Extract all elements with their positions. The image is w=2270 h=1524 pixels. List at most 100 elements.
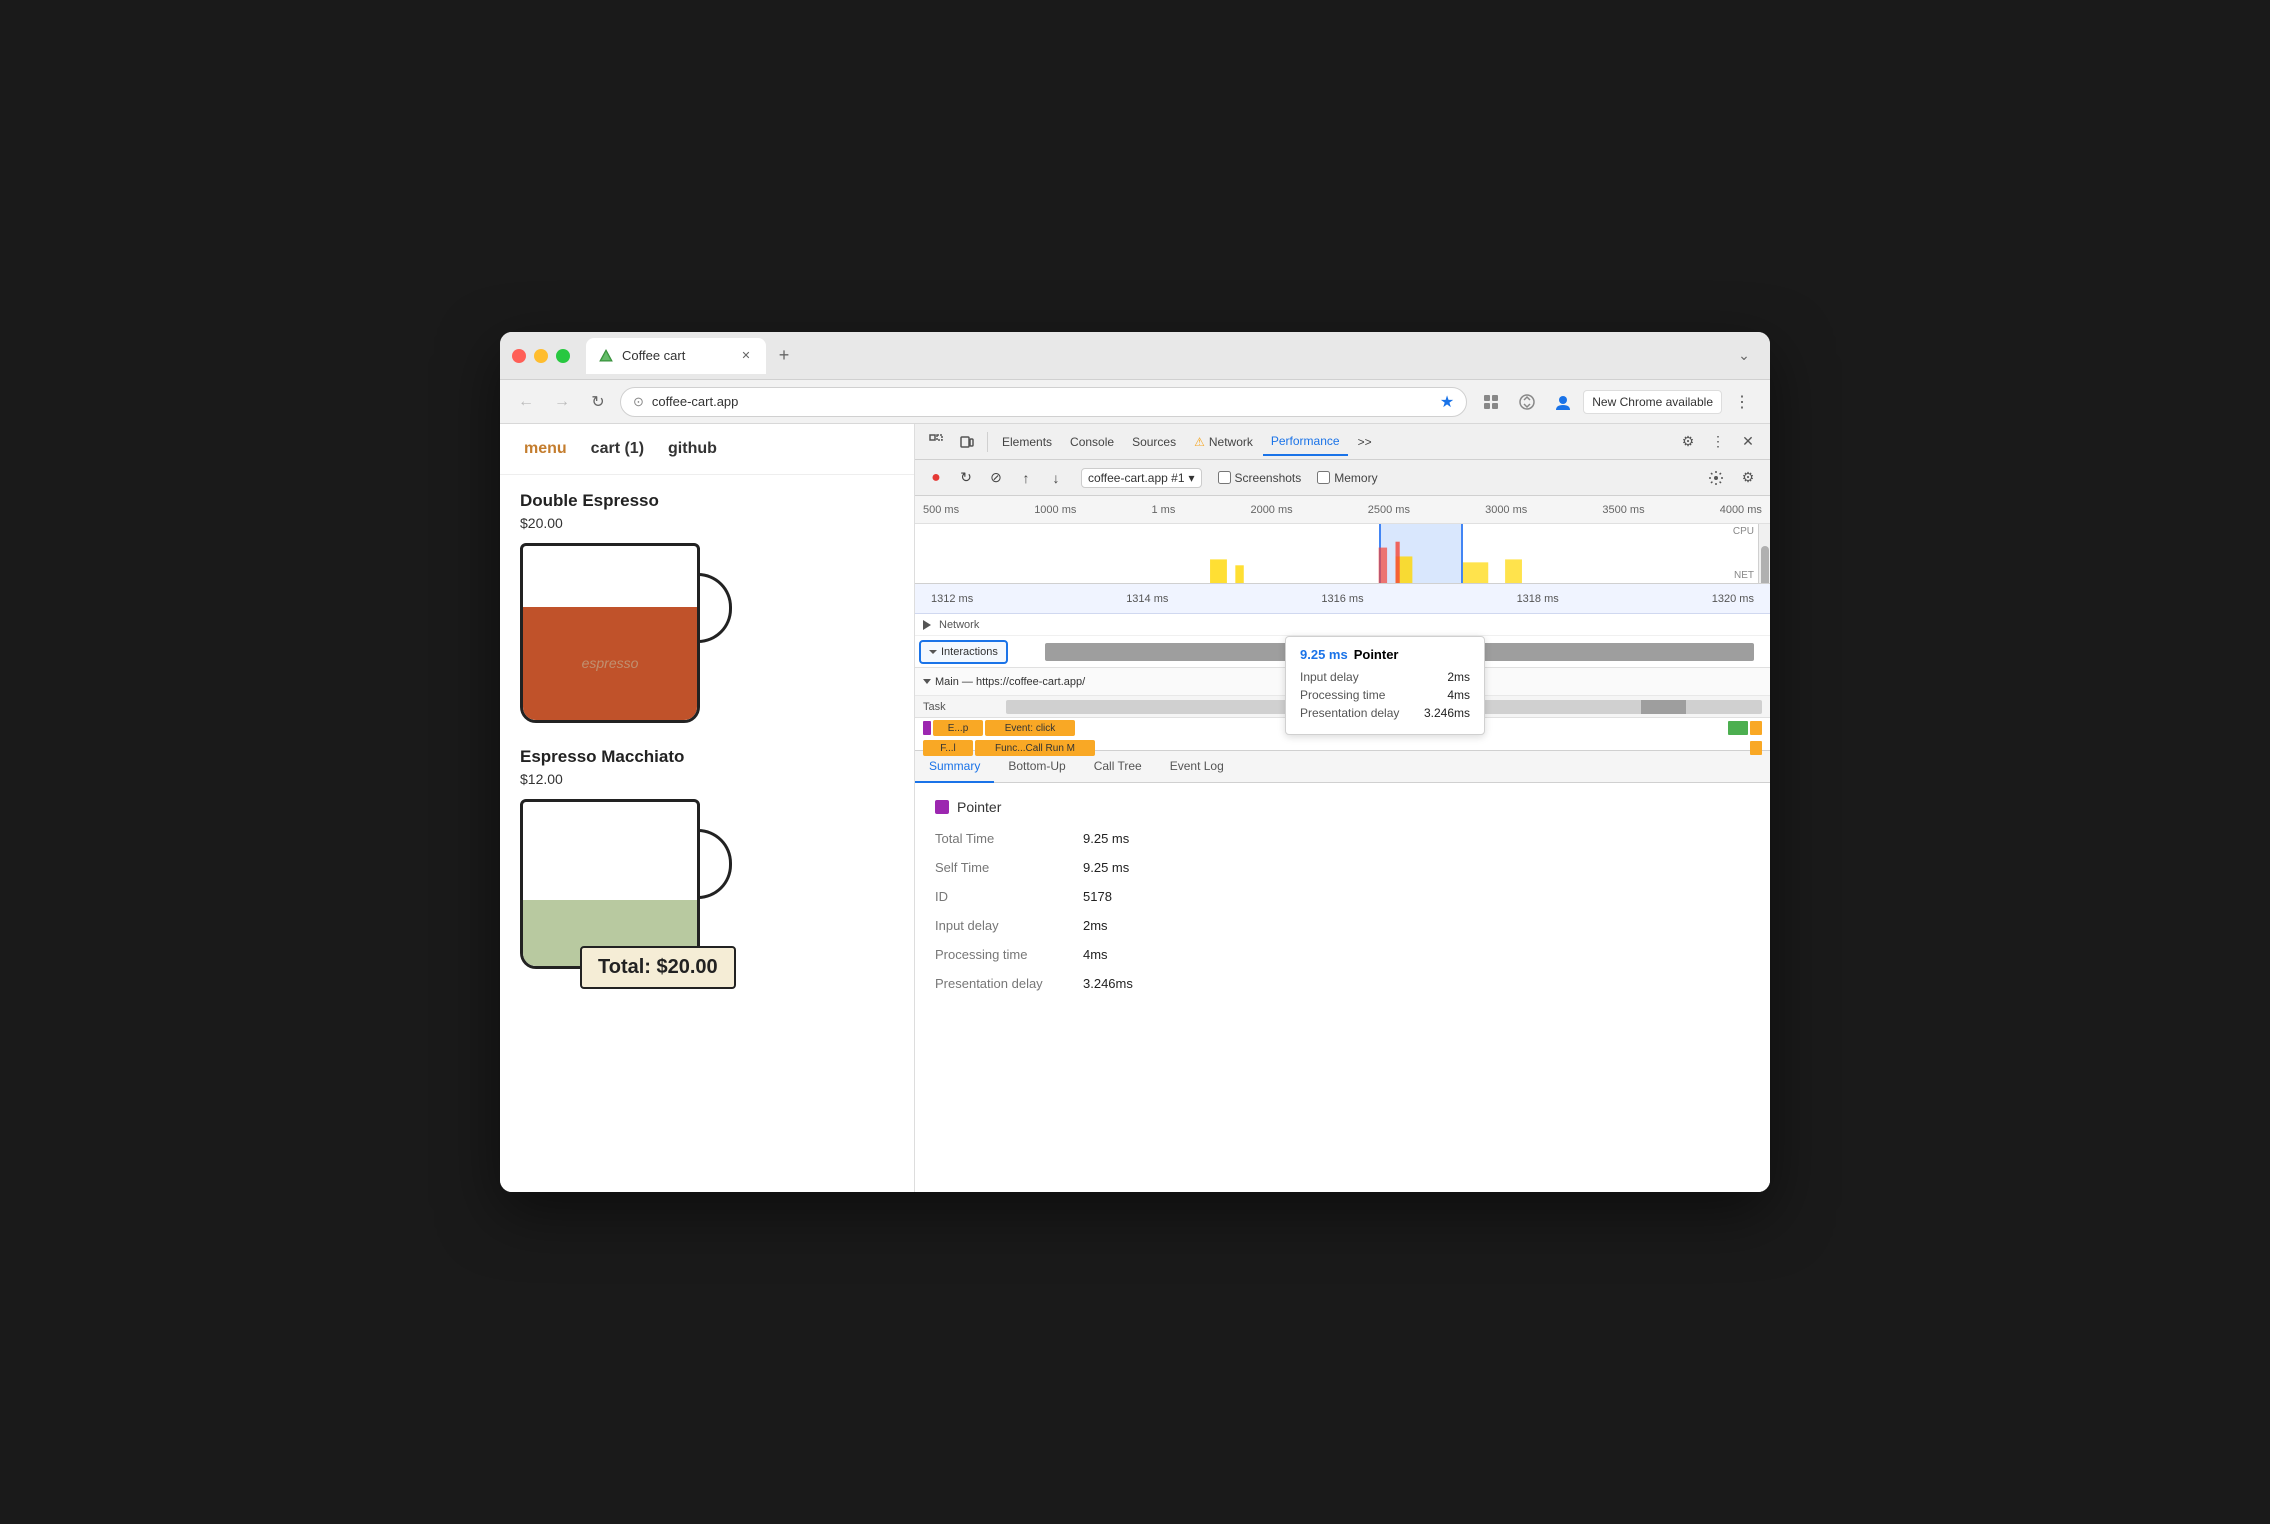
func-call-label: Func...Call Run M [995, 743, 1075, 754]
task-chip-func[interactable]: F...l [923, 740, 973, 756]
summary-label-processing-time: Processing time [935, 947, 1075, 962]
summary-label-self-time: Self Time [935, 860, 1075, 875]
ruler-label-5: 3000 ms [1485, 504, 1527, 516]
tab-elements[interactable]: Elements [994, 428, 1060, 456]
profile-selector-text: coffee-cart.app #1 [1088, 471, 1185, 485]
import-button[interactable]: ↓ [1043, 465, 1069, 491]
summary-row-id: ID 5178 [935, 889, 1750, 904]
devtools-panel: Elements Console Sources ⚠ Network Perfo… [915, 424, 1770, 1192]
main-thread-collapse-icon[interactable] [923, 679, 931, 684]
devtools-close-button[interactable]: ✕ [1734, 428, 1762, 456]
product-name-2: Espresso Macchiato [520, 747, 894, 767]
interactions-row-label: Interactions [941, 646, 998, 658]
inspect-element-button[interactable] [923, 428, 951, 456]
window-chevron[interactable]: ⌄ [1730, 342, 1758, 370]
export-button[interactable]: ↑ [1013, 465, 1039, 491]
summary-event-name: Pointer [957, 799, 1001, 815]
func-end-chip [1750, 741, 1762, 755]
product-espresso-macchiato: Espresso Macchiato $12.00 Total: $20.00 [520, 747, 894, 999]
task-chip-event[interactable]: E...p [933, 720, 983, 736]
tab-sources[interactable]: Sources [1124, 428, 1184, 456]
record-button[interactable]: ● [923, 465, 949, 491]
address-bar[interactable]: ⊙ coffee-cart.app ★ [620, 387, 1467, 417]
devtools-icon[interactable] [1511, 386, 1543, 418]
vertical-scrollbar[interactable] [1758, 524, 1770, 583]
tooltip-processing-value: 4ms [1447, 688, 1470, 702]
total-badge: Total: $20.00 [580, 946, 736, 989]
tab-more[interactable]: >> [1350, 428, 1380, 456]
summary-label-presentation-delay: Presentation delay [935, 976, 1075, 991]
perf-settings-button[interactable]: ⚙ [1734, 464, 1762, 492]
record-reload-button[interactable]: ↻ [953, 465, 979, 491]
new-tab-button[interactable]: + [770, 342, 798, 370]
tab-console[interactable]: Console [1062, 428, 1122, 456]
func-label: F...l [940, 743, 956, 754]
content-area: menu cart (1) github Double Espresso $20… [500, 424, 1770, 1192]
network-collapse-icon[interactable] [923, 620, 931, 630]
bookmark-icon[interactable]: ★ [1440, 392, 1454, 412]
capture-settings-button[interactable] [1702, 464, 1730, 492]
summary-row-input-delay: Input delay 2ms [935, 918, 1750, 933]
coffee-cup-2[interactable]: Total: $20.00 [520, 799, 740, 999]
scroll-thumb[interactable] [1761, 546, 1769, 584]
nav-github[interactable]: github [668, 440, 717, 458]
memory-checkbox-input[interactable] [1317, 471, 1330, 484]
ruler-label-0: 500 ms [923, 504, 959, 516]
summary-row-processing-time: Processing time 4ms [935, 947, 1750, 962]
screenshots-checkbox-input[interactable] [1218, 471, 1231, 484]
overview-chart[interactable]: CPU NET [915, 524, 1770, 584]
zoomed-ruler: 1312 ms 1314 ms 1316 ms 1318 ms 1320 ms [915, 584, 1770, 614]
nav-bar: ← → ↻ ⊙ coffee-cart.app ★ [500, 380, 1770, 424]
nav-actions: New Chrome available ⋮ [1475, 386, 1758, 418]
product-price-2: $12.00 [520, 771, 894, 787]
zoomed-label-2: 1316 ms [1321, 593, 1363, 605]
profile-selector-arrow: ▾ [1189, 471, 1195, 485]
network-row: Network [915, 614, 1770, 636]
address-security-icon: ⊙ [633, 394, 644, 410]
more-options-button[interactable]: ⋮ [1726, 386, 1758, 418]
product-name-1: Double Espresso [520, 491, 894, 511]
extensions-button[interactable] [1475, 386, 1507, 418]
maximize-button[interactable] [556, 349, 570, 363]
forward-button[interactable]: → [548, 388, 576, 416]
memory-label: Memory [1334, 471, 1377, 485]
coffee-cup-1[interactable]: espresso [520, 543, 700, 723]
devtools-more-button[interactable]: ⋮ [1704, 428, 1732, 456]
browser-tab[interactable]: Coffee cart ✕ [586, 338, 766, 374]
task-yellow-end-chip [1750, 721, 1762, 735]
new-chrome-badge[interactable]: New Chrome available [1583, 390, 1722, 414]
task-chip-func-call[interactable]: Func...Call Run M [975, 740, 1095, 756]
memory-checkbox[interactable]: Memory [1317, 471, 1377, 485]
summary-color-swatch [935, 800, 949, 814]
tab-close-button[interactable]: ✕ [738, 348, 754, 364]
profile-selector[interactable]: coffee-cart.app #1 ▾ [1081, 468, 1202, 488]
interactions-label[interactable]: Interactions [919, 640, 1008, 664]
nav-menu[interactable]: menu [524, 440, 567, 458]
refresh-button[interactable]: ↻ [584, 388, 612, 416]
address-text: coffee-cart.app [652, 394, 1432, 409]
tab-performance[interactable]: Performance [1263, 428, 1348, 456]
summary-row-self-time: Self Time 9.25 ms [935, 860, 1750, 875]
profile-button[interactable] [1547, 386, 1579, 418]
summary-row-presentation-delay: Presentation delay 3.246ms [935, 976, 1750, 991]
interactions-row[interactable]: Interactions Pointer 9.25 ms Pointer Inp… [915, 636, 1770, 668]
summary-panel: Pointer Total Time 9.25 ms Self Time 9.2… [915, 783, 1770, 1192]
nav-cart[interactable]: cart (1) [591, 440, 644, 458]
ruler-labels: 500 ms 1000 ms 1 ms 2000 ms 2500 ms 3000… [915, 504, 1770, 516]
summary-value-processing-time: 4ms [1083, 947, 1108, 962]
tooltip-input-delay-label: Input delay [1300, 670, 1359, 684]
product-price-1: $20.00 [520, 515, 894, 531]
summary-value-presentation-delay: 3.246ms [1083, 976, 1133, 991]
task-chip-event-click[interactable]: Event: click [985, 720, 1075, 736]
clear-button[interactable]: ⊘ [983, 465, 1009, 491]
func-yellow-chip [1750, 741, 1762, 755]
device-toolbar-button[interactable] [953, 428, 981, 456]
close-button[interactable] [512, 349, 526, 363]
summary-value-id: 5178 [1083, 889, 1112, 904]
tab-network[interactable]: ⚠ Network [1186, 428, 1261, 456]
devtools-settings-button[interactable]: ⚙ [1674, 428, 1702, 456]
screenshots-checkbox[interactable]: Screenshots [1218, 471, 1302, 485]
back-button[interactable]: ← [512, 388, 540, 416]
site-nav: menu cart (1) github [500, 424, 914, 475]
minimize-button[interactable] [534, 349, 548, 363]
